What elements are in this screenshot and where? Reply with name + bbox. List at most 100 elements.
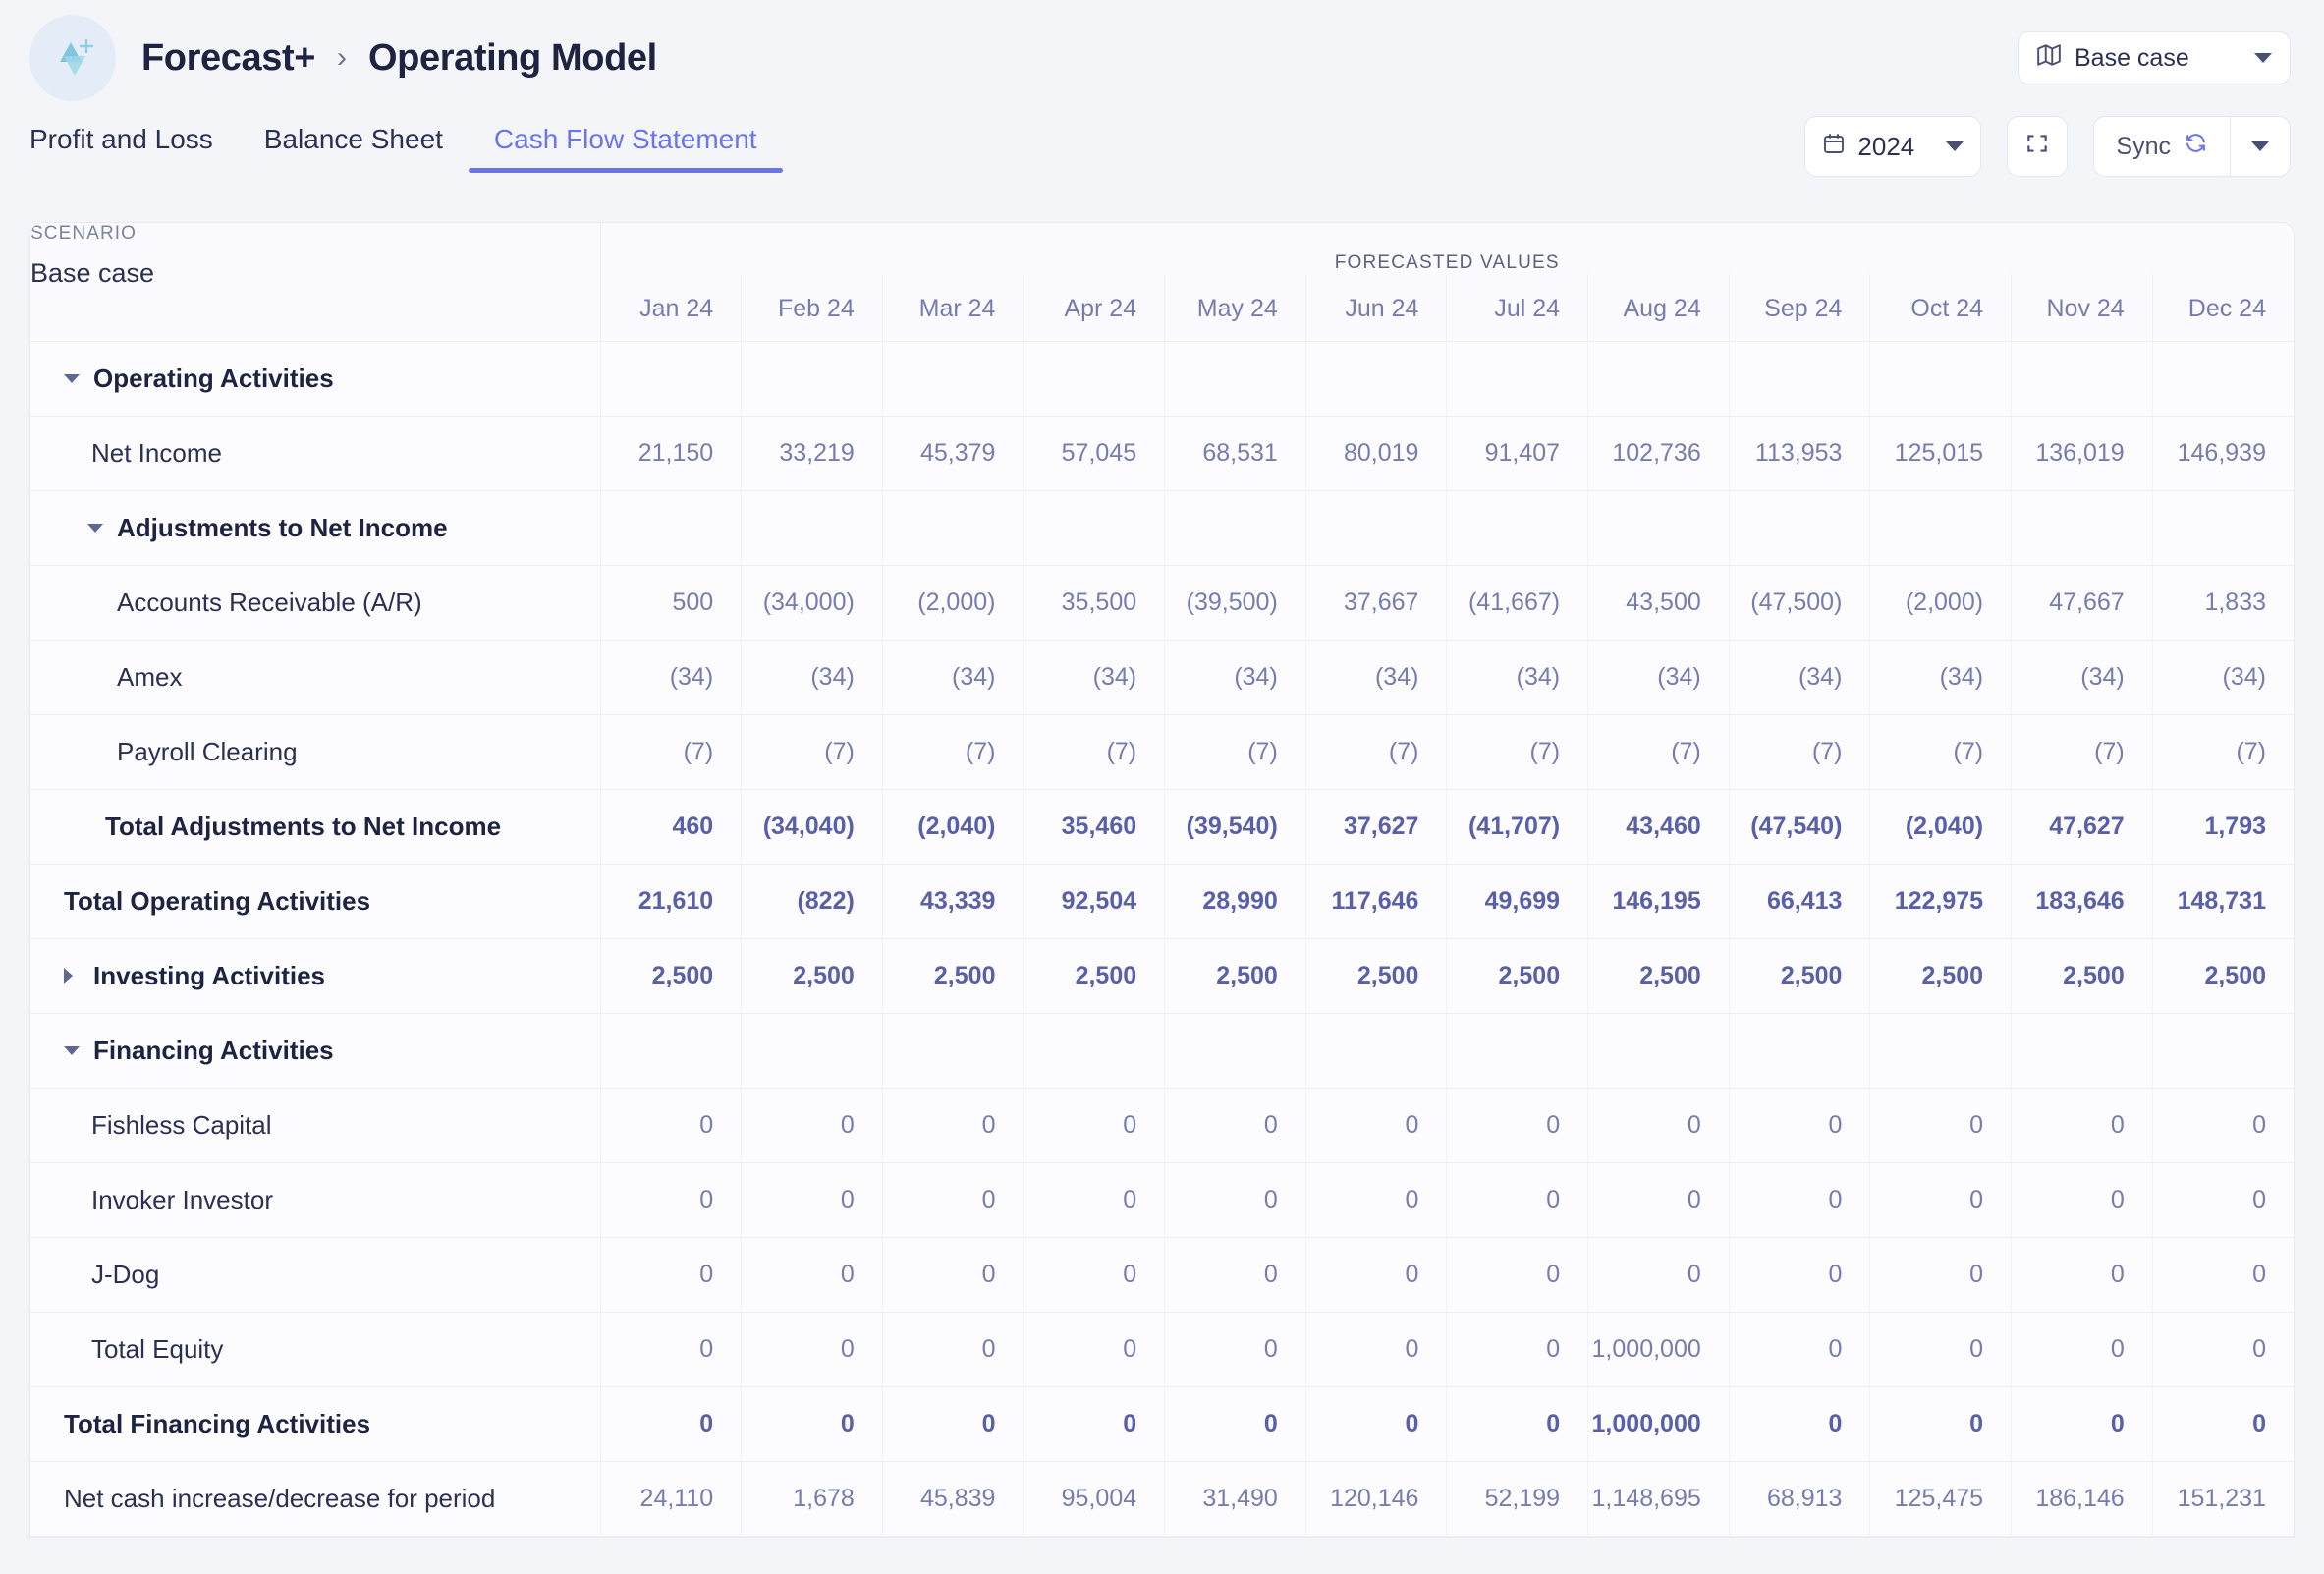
cell-value[interactable]: (34): [1164, 640, 1306, 715]
collapse-toggle-icon[interactable]: [64, 373, 93, 383]
column-header-dec-24[interactable]: Dec 24: [2151, 274, 2294, 342]
cell-value[interactable]: 37,627: [1304, 789, 1447, 865]
cell-value[interactable]: [1869, 490, 2012, 566]
table-row[interactable]: Payroll Clearing (7) (7) (7) (7) (7) (7) (7) (7)…: [30, 714, 2294, 790]
cell-value[interactable]: 0: [2151, 1237, 2294, 1313]
table-row[interactable]: Amex (34) (34) (34) (34) (34) (34) (34) (34) (34)…: [30, 640, 2294, 715]
cell-value[interactable]: 66,413: [1728, 864, 1870, 939]
sync-button[interactable]: Sync: [2093, 116, 2230, 177]
cell-value[interactable]: (34): [1304, 640, 1447, 715]
cell-value[interactable]: (34): [2011, 640, 2153, 715]
cell-value[interactable]: 500: [599, 565, 742, 641]
cell-value[interactable]: (2,000): [881, 565, 1024, 641]
cell-value[interactable]: (7): [1304, 714, 1447, 790]
cell-value[interactable]: 0: [1164, 1088, 1306, 1163]
cell-value[interactable]: (34): [1587, 640, 1730, 715]
cell-value[interactable]: [1869, 341, 2012, 417]
tab-profit-and-loss[interactable]: Profit and Loss: [29, 116, 239, 173]
cell-value[interactable]: 47,667: [2011, 565, 2153, 641]
cell-value[interactable]: (7): [881, 714, 1024, 790]
cell-value[interactable]: 0: [599, 1312, 742, 1387]
cell-value[interactable]: (34): [2151, 640, 2294, 715]
cell-value[interactable]: (39,500): [1164, 565, 1306, 641]
cell-value[interactable]: [599, 1013, 742, 1089]
cell-value[interactable]: [741, 490, 883, 566]
cell-value[interactable]: 0: [881, 1312, 1024, 1387]
cell-value[interactable]: 0: [599, 1237, 742, 1313]
cell-value[interactable]: (34): [881, 640, 1024, 715]
cell-value[interactable]: [2011, 341, 2153, 417]
cell-value[interactable]: 0: [2011, 1088, 2153, 1163]
cell-value[interactable]: 148,731: [2151, 864, 2294, 939]
cell-value[interactable]: 0: [1869, 1386, 2012, 1462]
cell-value[interactable]: (7): [599, 714, 742, 790]
cell-value[interactable]: 28,990: [1164, 864, 1306, 939]
cell-value[interactable]: 0: [1446, 1162, 1588, 1238]
cell-value[interactable]: (34): [1446, 640, 1588, 715]
cell-value[interactable]: [1164, 1013, 1306, 1089]
cell-value[interactable]: 0: [1023, 1386, 1165, 1462]
cell-value[interactable]: [1023, 1013, 1165, 1089]
table-row[interactable]: Operating Activities: [30, 341, 2294, 417]
cell-value[interactable]: 68,531: [1164, 416, 1306, 491]
cell-value[interactable]: (7): [1869, 714, 2012, 790]
column-header-jan-24[interactable]: Jan 24: [599, 274, 742, 342]
cell-value[interactable]: 146,939: [2151, 416, 2294, 491]
cell-value[interactable]: [599, 341, 742, 417]
cell-value[interactable]: 0: [1023, 1088, 1165, 1163]
cell-value[interactable]: [1304, 490, 1447, 566]
cell-value[interactable]: (7): [2151, 714, 2294, 790]
cell-value[interactable]: [881, 341, 1024, 417]
column-header-feb-24[interactable]: Feb 24: [741, 274, 883, 342]
cell-value[interactable]: 43,500: [1587, 565, 1730, 641]
cell-value[interactable]: 37,667: [1304, 565, 1447, 641]
cell-value[interactable]: [2151, 1013, 2294, 1089]
cell-value[interactable]: 21,610: [599, 864, 742, 939]
cell-value[interactable]: (34,000): [741, 565, 883, 641]
cell-value[interactable]: 1,000,000: [1587, 1386, 1730, 1462]
cell-value[interactable]: 0: [881, 1386, 1024, 1462]
cell-value[interactable]: (34): [1728, 640, 1870, 715]
cell-value[interactable]: (7): [741, 714, 883, 790]
breadcrumb-root[interactable]: Forecast+: [141, 37, 315, 80]
cell-value[interactable]: 0: [2151, 1312, 2294, 1387]
cell-value[interactable]: 31,490: [1164, 1461, 1306, 1537]
cell-value[interactable]: (34): [1869, 640, 2012, 715]
cell-value[interactable]: 0: [1164, 1312, 1306, 1387]
cell-value[interactable]: [1304, 1013, 1447, 1089]
cell-value[interactable]: 0: [1446, 1088, 1588, 1163]
cell-value[interactable]: 1,678: [741, 1461, 883, 1537]
cell-value[interactable]: 0: [1728, 1386, 1870, 1462]
cell-value[interactable]: [2151, 490, 2294, 566]
fullscreen-button[interactable]: [2007, 116, 2069, 177]
cell-value[interactable]: 0: [1587, 1088, 1730, 1163]
cell-value[interactable]: [1164, 490, 1306, 566]
cell-value[interactable]: [1446, 341, 1588, 417]
scenario-selector[interactable]: Base case: [2018, 31, 2291, 84]
expand-toggle-icon[interactable]: [64, 968, 93, 984]
cell-value[interactable]: 136,019: [2011, 416, 2153, 491]
cell-value[interactable]: [1587, 341, 1730, 417]
cell-value[interactable]: 2,500: [1164, 938, 1306, 1014]
cell-value[interactable]: 0: [1304, 1162, 1447, 1238]
cell-value[interactable]: 0: [1304, 1312, 1447, 1387]
cell-value[interactable]: (39,540): [1164, 789, 1306, 865]
cell-value[interactable]: 0: [1869, 1312, 2012, 1387]
cell-value[interactable]: 460: [599, 789, 742, 865]
cell-value[interactable]: [881, 490, 1024, 566]
collapse-toggle-icon[interactable]: [87, 523, 117, 533]
cell-value[interactable]: 0: [1728, 1237, 1870, 1313]
table-row[interactable]: Fishless Capital 0 0 0 0 0 0 0 0 0 0 0 0: [30, 1088, 2294, 1163]
cell-value[interactable]: 1,000,000: [1587, 1312, 1730, 1387]
column-header-may-24[interactable]: May 24: [1164, 274, 1306, 342]
table-row[interactable]: Net Income 21,150 33,219 45,379 57,045 68,531…: [30, 416, 2294, 491]
cell-value[interactable]: 2,500: [2011, 938, 2153, 1014]
cell-value[interactable]: 92,504: [1023, 864, 1165, 939]
cell-value[interactable]: 45,379: [881, 416, 1024, 491]
cell-value[interactable]: 0: [2011, 1237, 2153, 1313]
cell-value[interactable]: 0: [1728, 1162, 1870, 1238]
cell-value[interactable]: 2,500: [741, 938, 883, 1014]
cell-value[interactable]: [1164, 341, 1306, 417]
cell-value[interactable]: 2,500: [881, 938, 1024, 1014]
table-row[interactable]: Invoker Investor 0 0 0 0 0 0 0 0 0 0 0 0: [30, 1162, 2294, 1238]
